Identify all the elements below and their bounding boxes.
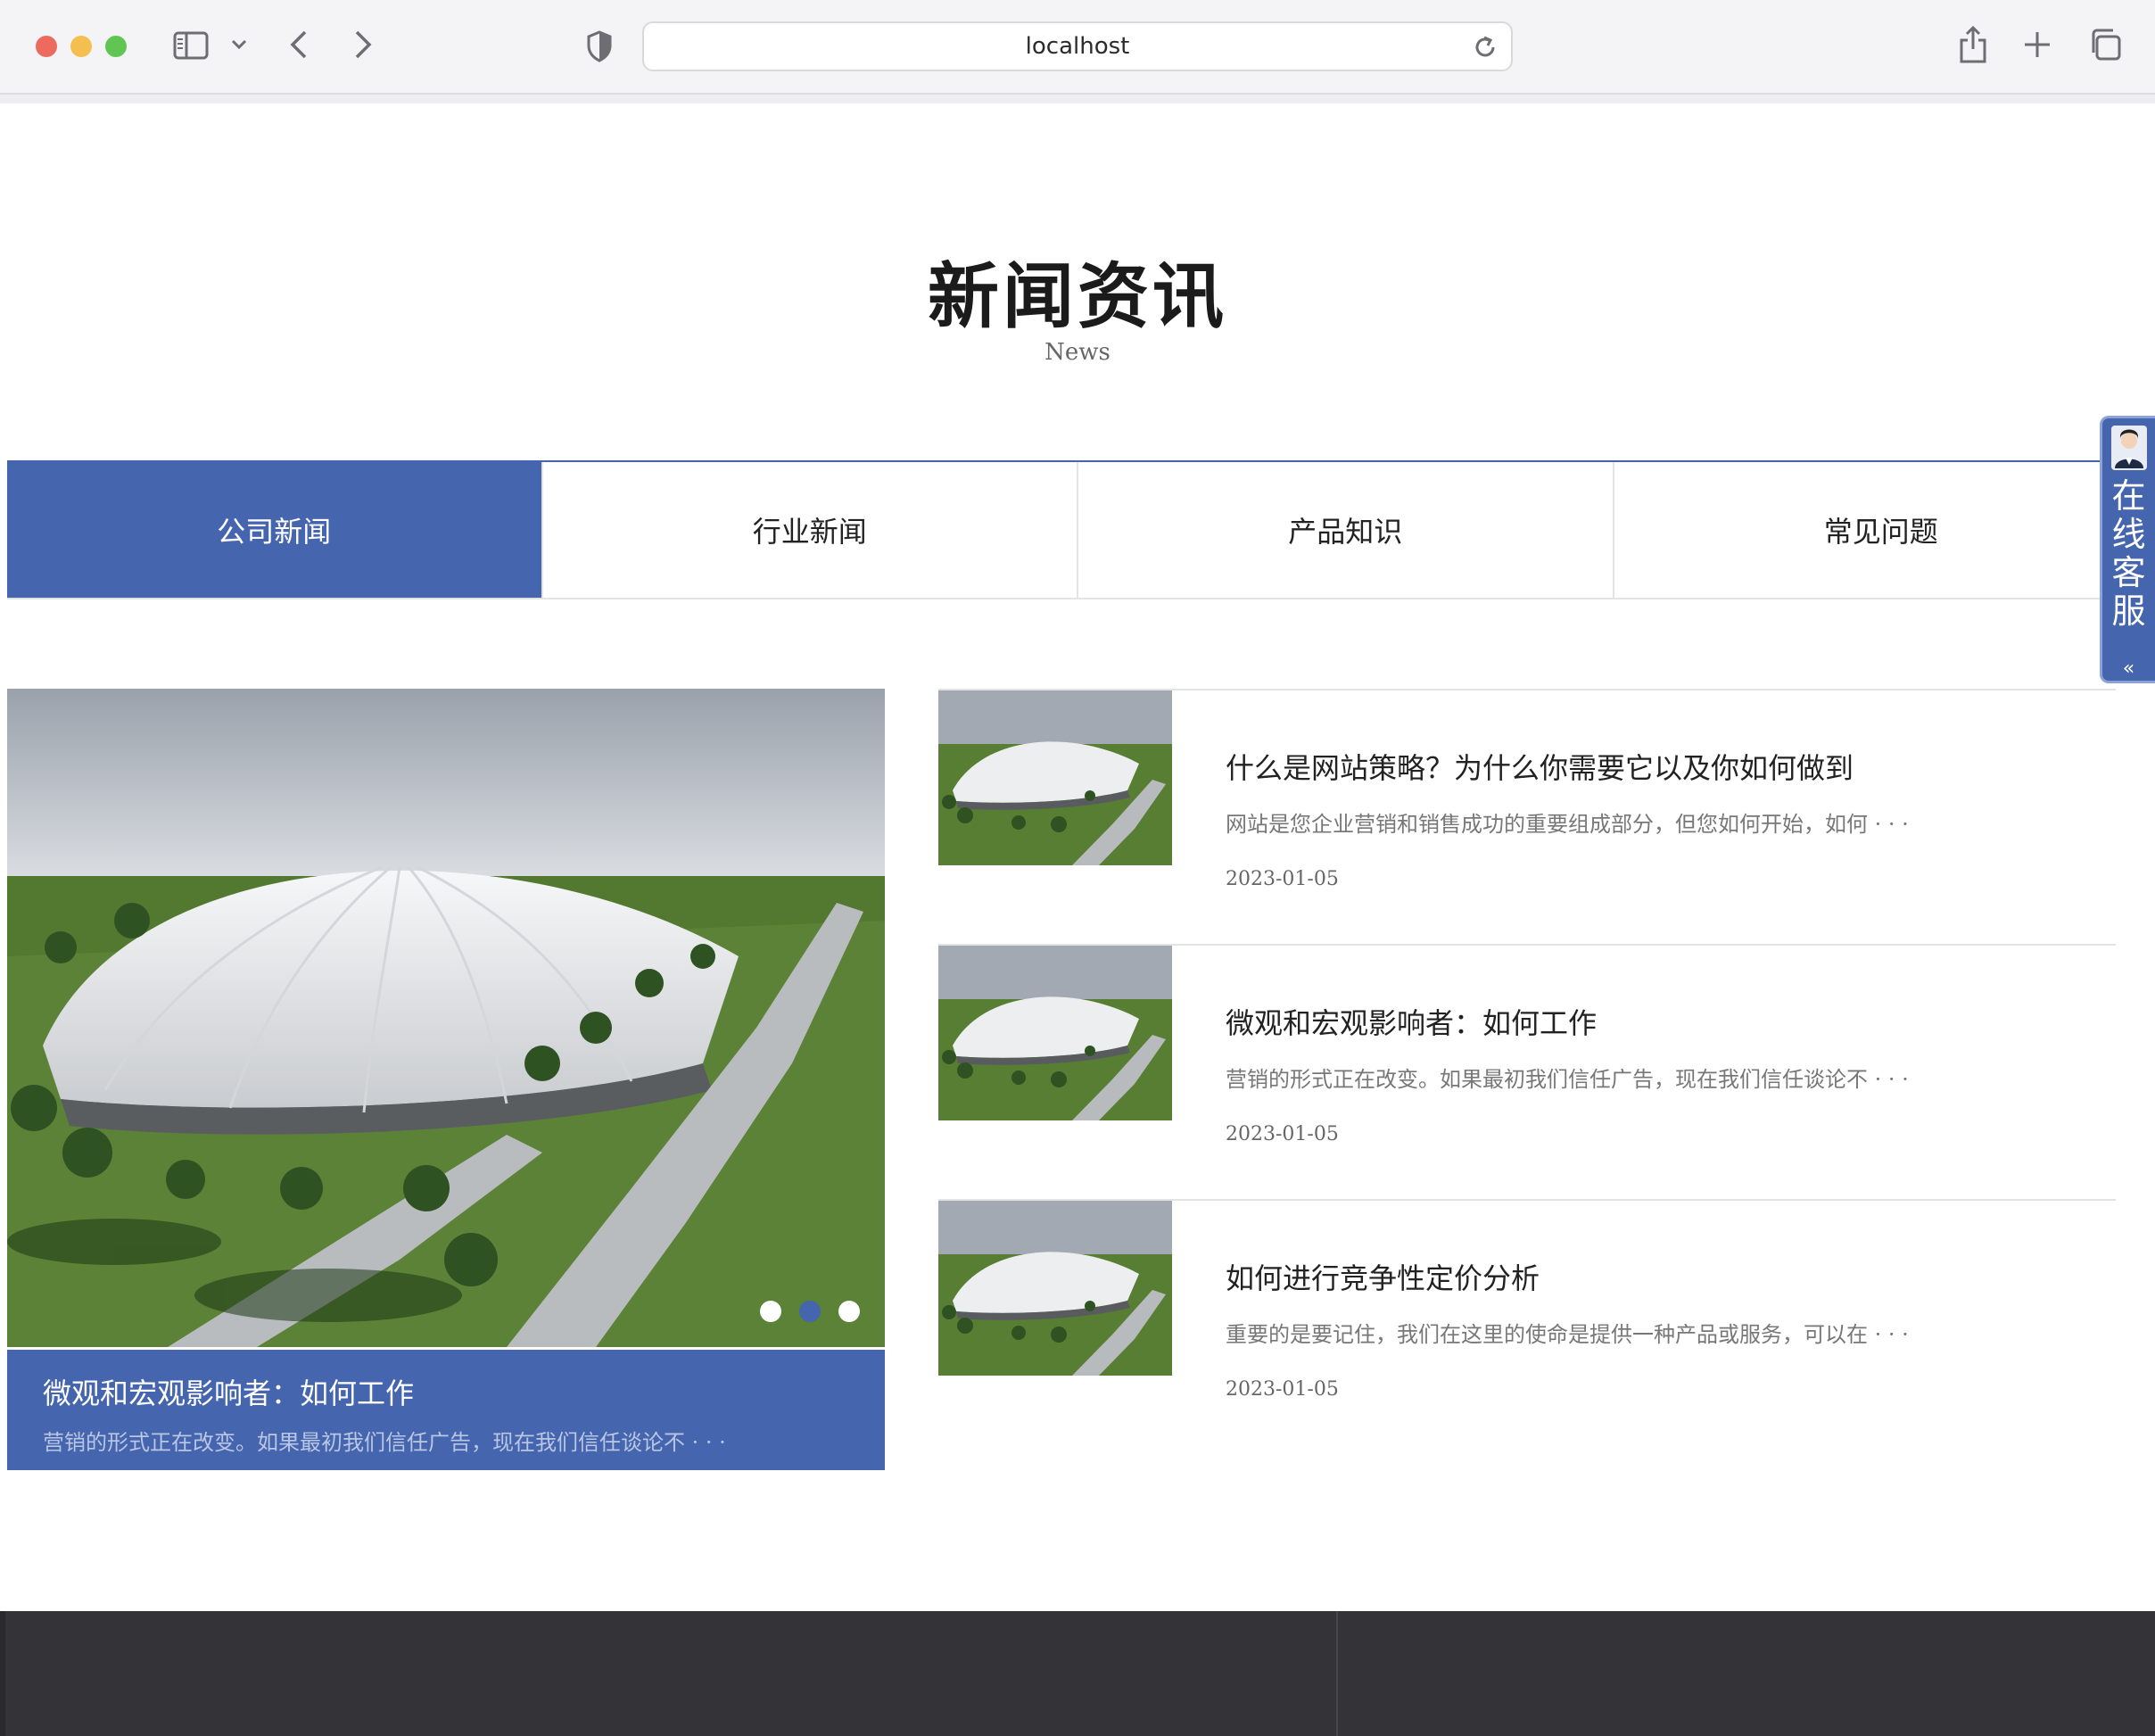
tab-overview-icon[interactable] — [2087, 27, 2123, 62]
news-list: 什么是网站策略？为什么你需要它以及你如何做到 网站是您企业营销和销售成功的重要组… — [938, 689, 2116, 1454]
page-subtitle: News — [1044, 339, 1111, 366]
carousel-dot-3[interactable] — [838, 1301, 860, 1322]
close-window-button[interactable] — [36, 36, 57, 57]
featured-news-image[interactable] — [7, 689, 885, 1347]
news-title[interactable]: 微观和宏观影响者：如何工作 — [1226, 1001, 2116, 1042]
news-item[interactable]: 如何进行竞争性定价分析 重要的是要记住，我们在这里的使命是提供一种产品或服务，可… — [938, 1199, 2116, 1454]
news-thumbnail[interactable] — [938, 1201, 1172, 1376]
news-date: 2023-01-05 — [1226, 868, 1339, 890]
featured-news-caption[interactable]: 微观和宏观影响者：如何工作 营销的形式正在改变。如果最初我们信任广告，现在我们信… — [7, 1347, 885, 1470]
url-text: localhost — [1025, 33, 1130, 60]
maximize-window-button[interactable] — [105, 36, 127, 57]
featured-news-description: 营销的形式正在改变。如果最初我们信任广告，现在我们信任谈论不 · · · — [43, 1430, 726, 1455]
back-arrow-icon[interactable] — [284, 27, 314, 62]
minimize-window-button[interactable] — [70, 36, 92, 57]
online-service-label: 在 线 客 服 — [2111, 476, 2146, 631]
news-description: 网站是您企业营销和销售成功的重要组成部分，但您如何开始，如何 · · · — [1226, 812, 1909, 837]
news-title[interactable]: 如何进行竞争性定价分析 — [1226, 1256, 2116, 1297]
tab-faq[interactable]: 常见问题 — [1614, 462, 2148, 598]
page-footer — [0, 1611, 2155, 1736]
carousel-pagination — [760, 1301, 860, 1322]
news-description: 重要的是要记住，我们在这里的使命是提供一种产品或服务，可以在 · · · — [1226, 1322, 1909, 1347]
news-item[interactable]: 微观和宏观影响者：如何工作 营销的形式正在改变。如果最初我们信任广告，现在我们信… — [938, 944, 2116, 1199]
carousel-dot-1[interactable] — [760, 1301, 781, 1322]
forward-arrow-icon[interactable] — [348, 27, 378, 62]
footer-divider — [1336, 1611, 1338, 1736]
chevron-down-icon[interactable] — [228, 34, 250, 55]
news-item[interactable]: 什么是网站策略？为什么你需要它以及你如何做到 网站是您企业营销和销售成功的重要组… — [938, 689, 2116, 944]
toolbar-shadow — [0, 95, 2155, 103]
news-description: 营销的形式正在改变。如果最初我们信任广告，现在我们信任谈论不 · · · — [1226, 1067, 1909, 1092]
news-thumbnail[interactable] — [938, 690, 1172, 865]
customer-service-avatar-icon — [2111, 426, 2147, 470]
privacy-shield-icon[interactable] — [583, 29, 615, 64]
sidebar-toggle-icon[interactable] — [173, 30, 209, 61]
news-category-tabs: 公司新闻 行业新闻 产品知识 常见问题 — [7, 460, 2148, 599]
news-thumbnail[interactable] — [938, 946, 1172, 1120]
news-date: 2023-01-05 — [1226, 1378, 1339, 1401]
featured-news-title[interactable]: 微观和宏观影响者：如何工作 — [43, 1371, 849, 1412]
share-icon[interactable] — [1955, 23, 1991, 66]
news-title[interactable]: 什么是网站策略？为什么你需要它以及你如何做到 — [1226, 746, 2116, 787]
tab-company-news[interactable]: 公司新闻 — [7, 462, 543, 598]
reload-icon[interactable] — [1472, 34, 1499, 61]
featured-news-carousel[interactable]: 微观和宏观影响者：如何工作 营销的形式正在改变。如果最初我们信任广告，现在我们信… — [7, 689, 885, 1470]
tab-industry-news[interactable]: 行业新闻 — [542, 462, 1078, 598]
collapse-service-icon[interactable]: « — [2102, 656, 2155, 682]
tab-product-knowledge[interactable]: 产品知识 — [1078, 462, 1614, 598]
news-date: 2023-01-05 — [1226, 1123, 1339, 1145]
online-service-widget[interactable]: 在 线 客 服 « — [2100, 416, 2155, 683]
address-bar[interactable]: localhost — [642, 21, 1513, 71]
new-tab-plus-icon[interactable] — [2021, 29, 2053, 61]
page-title: 新闻资讯 — [928, 254, 1227, 338]
browser-toolbar: localhost — [0, 0, 2155, 95]
footer-edge — [0, 1611, 5, 1736]
carousel-dot-2[interactable] — [799, 1301, 821, 1322]
